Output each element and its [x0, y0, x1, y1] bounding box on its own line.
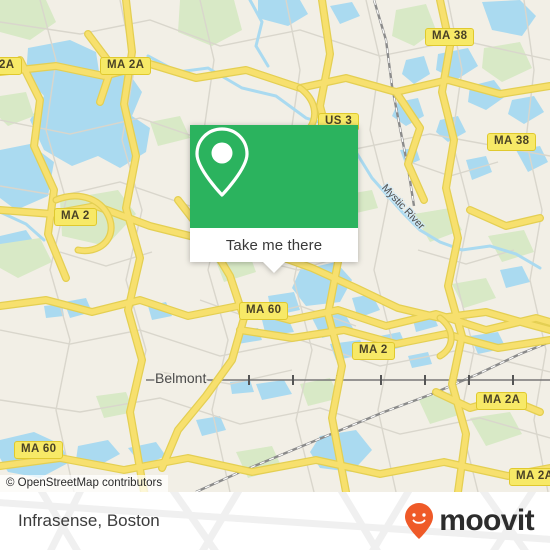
- road-shield: MA 60: [14, 441, 64, 459]
- road-shield: MA 2: [352, 342, 395, 360]
- moovit-smiley-pin-icon: [405, 503, 434, 539]
- callout-header: [190, 125, 358, 228]
- road-shield: MA 38: [425, 28, 475, 46]
- destination-callout[interactable]: Take me there: [190, 125, 358, 273]
- take-me-there-label: Take me there: [225, 236, 323, 254]
- road-shield: MA 2A: [100, 57, 152, 75]
- callout-footer[interactable]: Take me there: [190, 228, 358, 273]
- road-shield: MA 60: [239, 302, 289, 320]
- moovit-place-card: 2A MA 2A MA 38 US 3 MA 38 MA 2 MA 60 MA …: [0, 0, 550, 550]
- map-canvas[interactable]: 2A MA 2A MA 38 US 3 MA 38 MA 2 MA 60 MA …: [0, 0, 550, 492]
- footer-bar: Infrasense, Boston moovit: [0, 492, 550, 550]
- road-shield: MA 2A: [476, 392, 528, 410]
- road-shield: MA 38: [487, 133, 537, 151]
- road-shield: 2A: [0, 57, 22, 75]
- callout-tail-icon: [263, 262, 285, 273]
- place-label-belmont: Belmont: [155, 370, 207, 386]
- moovit-brand-logo[interactable]: moovit: [404, 502, 535, 540]
- osm-attribution[interactable]: © OpenStreetMap contributors: [0, 475, 169, 492]
- road-shield: MA 2A: [509, 468, 550, 486]
- moovit-wordmark: moovit: [439, 504, 534, 537]
- page-title: Infrasense, Boston: [18, 511, 160, 530]
- map-pin-icon: [195, 127, 249, 197]
- road-shield: MA 2: [54, 208, 97, 226]
